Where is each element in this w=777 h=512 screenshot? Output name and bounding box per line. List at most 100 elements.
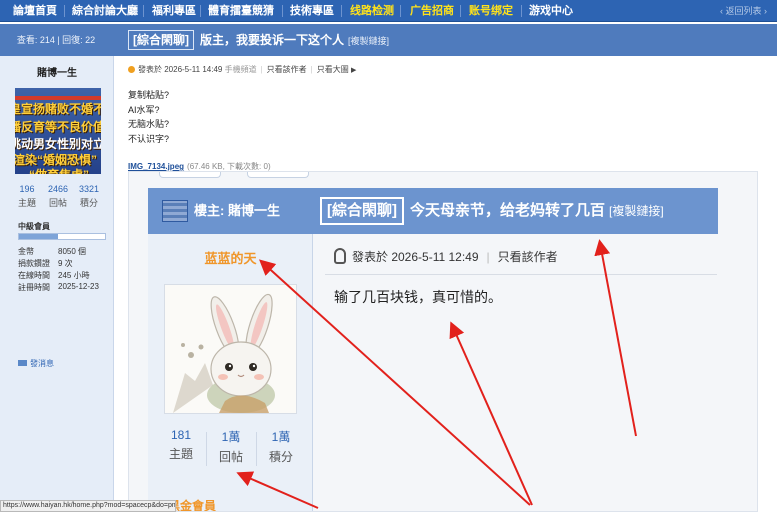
rabbit-icon bbox=[165, 285, 296, 413]
author-only-link[interactable]: 只看該作者 bbox=[267, 65, 307, 74]
info-row: 註冊時間 2025-12-23 bbox=[18, 282, 110, 293]
nav-separator bbox=[341, 5, 342, 17]
author-rank: 中級會員 bbox=[18, 222, 50, 231]
stat-value: 1萬 bbox=[221, 430, 241, 444]
nav-separator bbox=[143, 5, 144, 17]
nav-welfare[interactable]: 福利專區 bbox=[152, 0, 196, 22]
back-to-list-link[interactable]: ‹ 返回列表 › bbox=[720, 0, 767, 22]
attached-screenshot[interactable]: 樓主: 賭博一生 [綜合閑聊] 今天母亲节，给老妈转了几百 [複製鏈接] 蓝蓝的天 bbox=[128, 171, 758, 512]
screenshot-title: [綜合閑聊] 今天母亲节，给老妈转了几百 [複製鏈接] bbox=[320, 188, 664, 234]
rank-progress-fill bbox=[19, 234, 58, 239]
nav-line-check[interactable]: 线路检测 bbox=[350, 0, 394, 22]
stat-points[interactable]: 3321 積分 bbox=[74, 184, 104, 209]
info-row: 在線時間 245 小時 bbox=[18, 270, 110, 281]
send-message-label: 發消息 bbox=[30, 359, 54, 368]
nav-separator bbox=[400, 5, 401, 17]
screenshot-louzhu: 樓主: 賭博一生 bbox=[148, 188, 313, 234]
screenshot-copy-link: [複製鏈接] bbox=[609, 204, 664, 218]
screenshot-category: [綜合閑聊] bbox=[320, 197, 404, 225]
attachment-link[interactable]: IMG_7134.jpeg bbox=[128, 162, 184, 171]
info-value: 9 次 bbox=[58, 259, 73, 268]
caret-right-icon: ▶ bbox=[350, 67, 357, 74]
info-key: 金幣 bbox=[18, 247, 34, 256]
nav-separator bbox=[282, 5, 283, 17]
thread-title: [綜合閑聊] 版主，我要投诉一下这个人 [複製鏈接] bbox=[128, 24, 389, 56]
stat-value: 2466 bbox=[47, 184, 69, 194]
screenshot-post-date: 發表於 2026-5-11 12:49 bbox=[352, 250, 479, 264]
stat-label: 回帖 bbox=[48, 198, 67, 208]
nav-sports-betting[interactable]: 體育擂臺競猜 bbox=[208, 0, 274, 22]
screenshot-top-tabs bbox=[159, 172, 319, 178]
nav-separator bbox=[64, 5, 65, 17]
attachment-info: (67.46 KB, 下載次數: 0) bbox=[187, 162, 271, 171]
screenshot-divider bbox=[325, 274, 717, 275]
stat-label: 積分 bbox=[268, 450, 293, 464]
stat-value: 3321 bbox=[78, 184, 100, 194]
copy-link-button[interactable]: [複製鏈接] bbox=[348, 36, 389, 46]
nav-game-center[interactable]: 游戏中心 bbox=[529, 0, 573, 22]
post-line: 复制粘贴? bbox=[128, 90, 170, 100]
rabbit-avatar bbox=[164, 284, 297, 414]
stat-value: 196 bbox=[19, 184, 35, 194]
screenshot-post-meta: 發表於 2026-5-11 12:49 | 只看該作者 bbox=[334, 248, 558, 265]
avatar[interactable]: 皇宣扬赌败不婚不 播反育等不良价值 挑动男女性别对立 渲染“婚姻恐惧” “做育焦… bbox=[15, 88, 101, 174]
post-line: AI水军? bbox=[128, 104, 160, 115]
screenshot-title-text: 今天母亲节，给老妈转了几百 bbox=[410, 202, 606, 219]
info-value: 8050 個 bbox=[58, 247, 87, 256]
post-line: 不认识字? bbox=[128, 133, 170, 144]
stat-label: 回帖 bbox=[218, 450, 243, 464]
send-message-link[interactable]: 發消息 bbox=[18, 358, 54, 369]
screenshot-thread-header: 樓主: 賭博一生 [綜合閑聊] 今天母亲节，给老妈转了几百 [複製鏈接] bbox=[148, 188, 718, 234]
info-key: 註冊時間 bbox=[18, 283, 50, 292]
avatar-text-line: “做育焦虑” bbox=[29, 166, 101, 174]
mobile-channel-link[interactable]: 手機頻道 bbox=[225, 65, 257, 74]
screenshot-author-only: 只看該作者 bbox=[497, 250, 558, 264]
lightbulb-icon bbox=[334, 248, 346, 264]
post-body: 复制粘贴? AI水军? 无脑水贴? 不认识字? bbox=[128, 88, 169, 146]
author-name[interactable]: 賭博一生 bbox=[0, 64, 114, 79]
screenshot-louzhu-label: 樓主: 賭博一生 bbox=[194, 203, 280, 218]
envelope-icon bbox=[18, 360, 27, 366]
avatar-text-line: 皇宣扬赌败不婚不 bbox=[15, 102, 101, 116]
nav-separator bbox=[460, 5, 461, 17]
screenshot-small-avatar bbox=[162, 200, 188, 222]
nav-account-bind[interactable]: 账号绑定 bbox=[469, 0, 513, 22]
post-meta: 發表於 2026-5-11 14:49 手機頻道 | 只看該作者 | 只看大圖 ▶ bbox=[128, 64, 356, 75]
online-status-icon bbox=[128, 66, 135, 73]
stat-replies[interactable]: 2466 回帖 bbox=[43, 184, 73, 209]
post-line: 无脑水贴? bbox=[128, 119, 170, 129]
status-bar-url: https://www.haiyan.hk/home.php?mod=space… bbox=[0, 500, 176, 512]
nav-ads[interactable]: 广告招商 bbox=[410, 0, 454, 22]
author-sidebar: 賭博一生 皇宣扬赌败不婚不 播反育等不良价值 挑动男女性别对立 渲染“婚姻恐惧”… bbox=[0, 56, 114, 512]
screenshot-stat-topics: 181 主題 bbox=[156, 428, 206, 462]
big-image-link[interactable]: 只看大圖 bbox=[317, 65, 349, 74]
meta-divider: | bbox=[260, 65, 263, 74]
nav-separator bbox=[521, 5, 522, 17]
nav-tech[interactable]: 技術專區 bbox=[290, 0, 334, 22]
screenshot-author-sidebar: 蓝蓝的天 181 主題 1萬 回帖 1萬 積分 黑金會員 bbox=[148, 234, 313, 511]
avatar-text-line: 播反育等不良价值 bbox=[15, 120, 101, 134]
stat-value: 1萬 bbox=[271, 430, 291, 444]
views-replies-count: 查看: 214 | 回復: 22 bbox=[16, 35, 96, 45]
nav-forum-home[interactable]: 論壇首頁 bbox=[13, 0, 57, 22]
meta-divider: | bbox=[486, 250, 490, 264]
stat-label: 積分 bbox=[79, 198, 98, 208]
thread-header: 查看: 214 | 回復: 22 [綜合閑聊] 版主，我要投诉一下这个人 [複製鏈接… bbox=[0, 24, 777, 56]
screenshot-post-body: 输了几百块钱，真可惜的。 bbox=[334, 289, 502, 305]
info-row: 捐款鑽證 9 次 bbox=[18, 258, 110, 269]
screenshot-tab bbox=[247, 172, 309, 178]
nav-separator bbox=[200, 5, 201, 17]
screenshot-stat-replies: 1萬回帖 bbox=[206, 428, 256, 465]
stat-topics[interactable]: 196 主題 bbox=[12, 184, 42, 209]
stat-label: 主題 bbox=[168, 447, 193, 461]
thread-category[interactable]: [綜合閑聊] bbox=[128, 30, 194, 50]
info-value: 245 小時 bbox=[58, 271, 90, 280]
screenshot-tab bbox=[159, 172, 221, 178]
rank-progress-bar bbox=[18, 233, 106, 240]
info-value: 2025-12-23 bbox=[58, 282, 99, 291]
nav-discussion-hall[interactable]: 綜合討論大廳 bbox=[72, 0, 138, 22]
info-key: 捐款鑽證 bbox=[18, 259, 50, 268]
screenshot-stat-points: 1萬積分 bbox=[256, 428, 306, 465]
info-row: 金幣 8050 個 bbox=[18, 246, 110, 257]
meta-divider: | bbox=[310, 65, 313, 74]
